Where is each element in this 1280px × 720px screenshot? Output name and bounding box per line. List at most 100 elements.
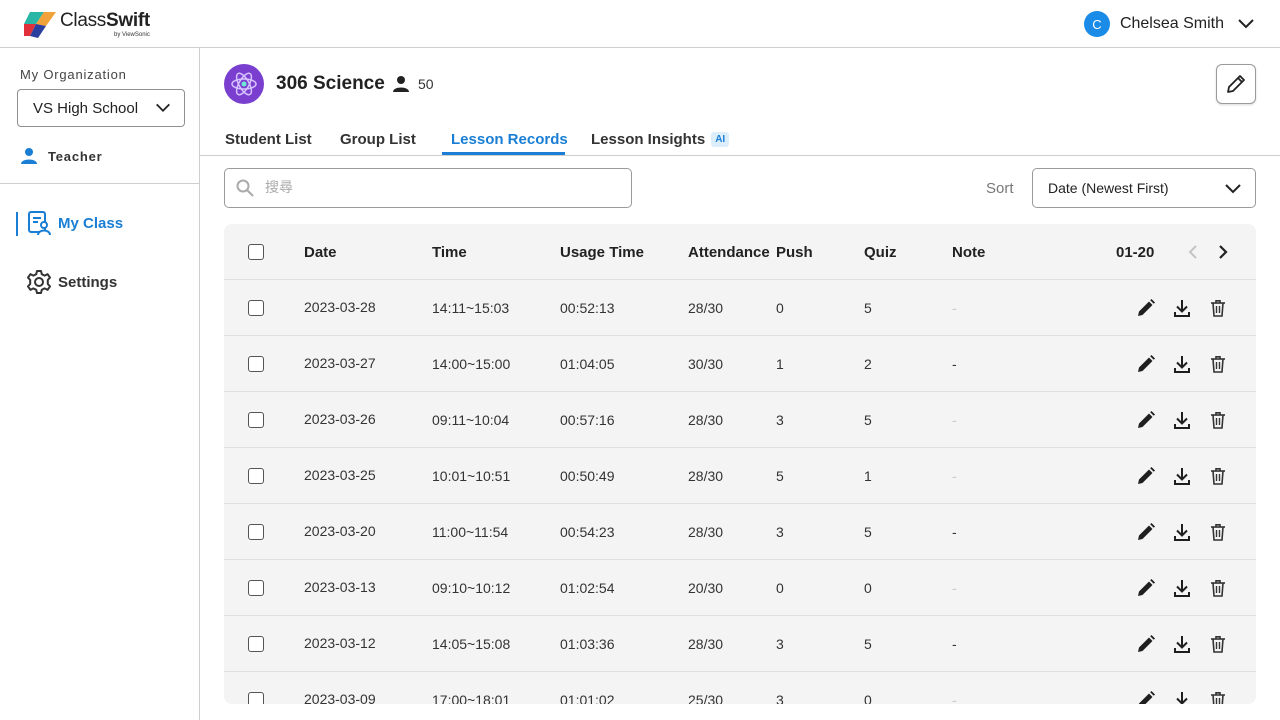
cell-note: - <box>952 300 957 316</box>
sidebar-divider <box>0 183 199 184</box>
delete-record-button[interactable] <box>1208 578 1228 598</box>
chevron-down-icon <box>1225 184 1241 194</box>
top-bar: ClassSwift by ViewSonic C Chelsea Smith <box>0 0 1280 48</box>
download-icon <box>1174 412 1190 429</box>
role-label: Teacher <box>48 148 103 164</box>
cell-date: 2023-03-12 <box>304 635 376 651</box>
edit-record-button[interactable] <box>1136 354 1156 374</box>
tab-lesson-records[interactable]: Lesson Records <box>451 131 568 148</box>
column-header-time: Time <box>432 243 467 261</box>
download-record-button[interactable] <box>1172 410 1192 430</box>
class-title: 306 Science <box>276 73 385 94</box>
next-page-button[interactable] <box>1210 240 1234 264</box>
edit-record-button[interactable] <box>1136 466 1156 486</box>
table-row: 2023-03-12 14:05~15:08 01:03:36 28/30 3 … <box>224 616 1256 672</box>
user-menu[interactable]: C Chelsea Smith <box>1083 11 1256 37</box>
column-header-date[interactable]: Date <box>304 224 337 280</box>
cell-note: - <box>952 412 957 428</box>
row-checkbox[interactable] <box>248 692 264 704</box>
edit-record-button[interactable] <box>1136 578 1156 598</box>
delete-record-button[interactable] <box>1208 522 1228 542</box>
edit-record-button[interactable] <box>1136 410 1156 430</box>
cell-push: 3 <box>776 636 784 652</box>
atom-icon <box>231 72 257 96</box>
chevron-down-icon[interactable] <box>1236 14 1256 34</box>
delete-record-button[interactable] <box>1208 634 1228 654</box>
cell-time: 14:05~15:08 <box>432 636 511 652</box>
trash-icon <box>1211 356 1225 373</box>
active-tab-indicator <box>442 152 565 155</box>
select-all-checkbox[interactable] <box>248 244 264 260</box>
row-actions <box>1136 410 1244 430</box>
cell-attendance: 25/30 <box>688 692 724 704</box>
row-checkbox[interactable] <box>248 412 264 428</box>
cell-time: 09:11~10:04 <box>432 412 510 428</box>
table-row: 2023-03-28 14:11~15:03 00:52:13 28/30 0 … <box>224 280 1256 336</box>
edit-record-button[interactable] <box>1136 522 1156 542</box>
pencil-icon <box>1138 635 1155 652</box>
pencil-icon <box>1138 411 1155 428</box>
logo-subtitle: by ViewSonic <box>113 32 150 38</box>
search-box[interactable] <box>224 168 632 208</box>
row-checkbox[interactable] <box>248 580 264 596</box>
pencil-icon <box>1138 579 1155 596</box>
cell-push: 3 <box>776 412 784 428</box>
avatar: C <box>1083 11 1110 37</box>
row-checkbox[interactable] <box>248 468 264 484</box>
cell-note: - <box>952 356 957 372</box>
previous-page-button[interactable] <box>1182 240 1206 264</box>
cell-quiz: 2 <box>864 356 872 372</box>
table-row: 2023-03-27 14:00~15:00 01:04:05 30/30 1 … <box>224 336 1256 392</box>
row-checkbox[interactable] <box>248 356 264 372</box>
download-record-button[interactable] <box>1172 298 1192 318</box>
tab-student-list[interactable]: Student List <box>225 131 312 148</box>
edit-record-button[interactable] <box>1136 634 1156 654</box>
download-record-button[interactable] <box>1172 690 1192 704</box>
column-header-quiz: Quiz <box>864 243 897 261</box>
cell-note: - <box>952 468 957 484</box>
download-record-button[interactable] <box>1172 354 1192 374</box>
tab-lesson-insights[interactable]: Lesson Insights AI <box>591 131 730 149</box>
classswift-logo[interactable]: ClassSwift by ViewSonic <box>24 10 150 38</box>
cell-quiz: 5 <box>864 300 872 316</box>
sidebar-item-settings[interactable]: Settings <box>16 269 117 295</box>
column-header-note: Note <box>952 243 986 261</box>
tab-group-list[interactable]: Group List <box>340 131 416 148</box>
delete-record-button[interactable] <box>1208 466 1228 486</box>
cell-usage-time: 00:57:16 <box>560 412 615 428</box>
edit-record-button[interactable] <box>1136 298 1156 318</box>
pencil-icon <box>1138 691 1155 704</box>
class-roster-icon <box>28 211 51 236</box>
download-record-button[interactable] <box>1172 522 1192 542</box>
logo-word-bold: Swift <box>106 10 150 31</box>
row-checkbox[interactable] <box>248 636 264 652</box>
cell-note: - <box>952 636 957 652</box>
delete-record-button[interactable] <box>1208 354 1228 374</box>
download-icon <box>1174 300 1190 317</box>
delete-record-button[interactable] <box>1208 298 1228 318</box>
cell-date: 2023-03-27 <box>304 355 376 371</box>
person-icon <box>393 76 409 92</box>
download-icon <box>1174 524 1190 541</box>
search-input[interactable] <box>265 180 625 196</box>
user-name: Chelsea Smith <box>1119 15 1224 32</box>
cell-attendance: 28/30 <box>688 468 724 484</box>
edit-class-button[interactable] <box>1216 64 1256 104</box>
delete-record-button[interactable] <box>1208 410 1228 430</box>
table-row: 2023-03-09 17:00~18:01 01:01:02 25/30 3 … <box>224 672 1256 704</box>
row-actions <box>1136 522 1244 542</box>
cell-quiz: 5 <box>864 412 872 428</box>
download-record-button[interactable] <box>1172 466 1192 486</box>
download-icon <box>1174 468 1190 485</box>
cell-date: 2023-03-25 <box>304 467 376 483</box>
row-checkbox[interactable] <box>248 524 264 540</box>
table-header: Date Time Usage Time Attendance Push Qui… <box>224 224 1256 280</box>
delete-record-button[interactable] <box>1208 690 1228 704</box>
download-record-button[interactable] <box>1172 578 1192 598</box>
download-record-button[interactable] <box>1172 634 1192 654</box>
row-checkbox[interactable] <box>248 300 264 316</box>
sidebar-item-my-class[interactable]: My Class <box>16 210 123 236</box>
sort-select[interactable]: Date (Newest First) <box>1032 168 1256 208</box>
edit-record-button[interactable] <box>1136 690 1156 704</box>
org-select[interactable]: VS High School <box>17 89 185 127</box>
